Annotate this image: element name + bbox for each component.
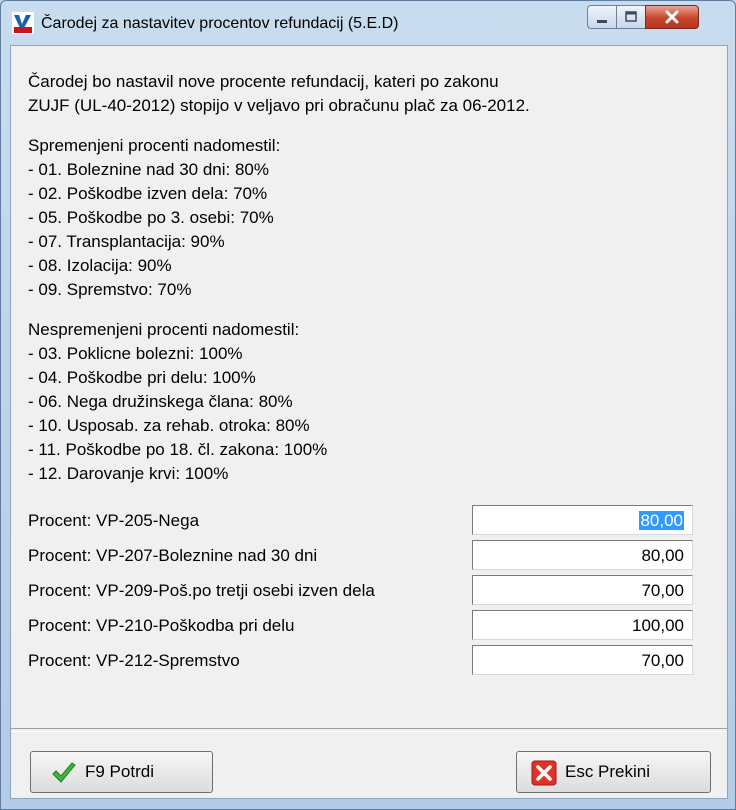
field-label-vp212: Procent: VP-212-Spremstvo <box>28 651 240 670</box>
intro-line-2: ZUJF (UL-40-2012) stopijo v veljavo pri … <box>28 96 530 115</box>
field-value: 70,00 <box>641 651 684 670</box>
unchanged-item: - 11. Poškodbe po 18. čl. zakona: 100% <box>28 440 328 459</box>
unchanged-item: - 12. Darovanje krvi: 100% <box>28 464 229 483</box>
percent-input-vp205[interactable]: 80,00 <box>472 505 693 535</box>
field-label-vp210: Procent: VP-210-Poškodba pri delu <box>28 616 295 635</box>
button-bar-divider <box>11 728 727 732</box>
changed-item: - 07. Transplantacija: 90% <box>28 232 225 251</box>
window-title: Čarodej za nastavitev procentov refundac… <box>41 15 399 32</box>
changed-item: - 01. Boleznine nad 30 dni: 80% <box>28 160 270 179</box>
unchanged-item: - 06. Nega družinskega člana: 80% <box>28 392 293 411</box>
dialog-window: Čarodej za nastavitev procentov refundac… <box>0 0 736 810</box>
field-value: 70,00 <box>641 581 684 600</box>
maximize-button[interactable] <box>616 5 646 29</box>
title-bar[interactable]: Čarodej za nastavitev procentov refundac… <box>1 1 735 45</box>
percent-input-vp207[interactable]: 80,00 <box>472 540 693 570</box>
percent-input-vp209[interactable]: 70,00 <box>472 575 693 605</box>
field-value: 80,00 <box>639 511 684 530</box>
unchanged-item: - 10. Usposab. za rehab. otroka: 80% <box>28 416 310 435</box>
confirm-button-label: F9 Potrdi <box>85 762 154 781</box>
close-icon <box>665 10 679 24</box>
app-logo-icon <box>12 12 34 34</box>
minimize-button[interactable] <box>587 5 617 29</box>
confirm-button[interactable]: F9 Potrdi <box>30 751 213 793</box>
red-x-icon <box>531 760 557 786</box>
field-label-vp209: Procent: VP-209-Poš.po tretji osebi izve… <box>28 581 375 600</box>
cancel-button[interactable]: Esc Prekini <box>516 751 711 793</box>
dialog-body: Čarodej bo nastavil nove procente refund… <box>10 45 728 799</box>
field-value: 100,00 <box>632 616 684 635</box>
field-value: 80,00 <box>641 546 684 565</box>
unchanged-item: - 04. Poškodbe pri delu: 100% <box>28 368 256 387</box>
changed-item: - 05. Poškodbe po 3. osebi: 70% <box>28 208 274 227</box>
intro-line-1: Čarodej bo nastavil nove procente refund… <box>28 72 499 91</box>
unchanged-heading: Nespremenjeni procenti nadomestil: <box>28 320 300 339</box>
percent-input-vp210[interactable]: 100,00 <box>472 610 693 640</box>
changed-item: - 08. Izolacija: 90% <box>28 256 172 275</box>
unchanged-item: - 03. Poklicne bolezni: 100% <box>28 344 243 363</box>
changed-item: - 02. Poškodbe izven dela: 70% <box>28 184 268 203</box>
field-label-vp205: Procent: VP-205-Nega <box>28 511 200 530</box>
field-label-vp207: Procent: VP-207-Boleznine nad 30 dni <box>28 546 318 565</box>
cancel-button-label: Esc Prekini <box>565 762 651 781</box>
close-button[interactable] <box>645 5 699 29</box>
percent-input-vp212[interactable]: 70,00 <box>472 645 693 675</box>
changed-heading: Spremenjeni procenti nadomestil: <box>28 136 281 155</box>
maximize-icon <box>625 11 637 22</box>
minimize-icon <box>597 20 607 23</box>
changed-item: - 09. Spremstvo: 70% <box>28 280 192 299</box>
checkmark-icon <box>52 762 76 783</box>
